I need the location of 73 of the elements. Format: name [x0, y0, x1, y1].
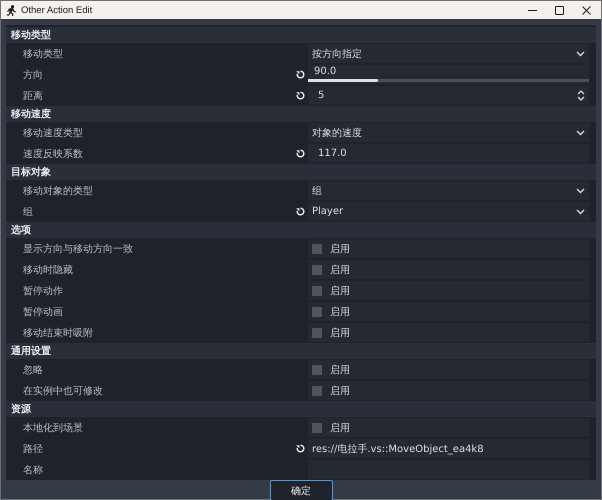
chevron-down-icon[interactable]	[576, 188, 585, 194]
window-title: Other Action Edit	[21, 4, 94, 16]
maximize-icon[interactable]	[555, 6, 564, 14]
section-header[interactable]: 选项	[6, 222, 596, 238]
running-figure-icon	[6, 4, 16, 16]
section-header[interactable]: 目标对象	[6, 164, 596, 180]
reset-icon[interactable]	[296, 444, 305, 453]
chevron-down-icon[interactable]	[576, 130, 585, 136]
checkbox-label: 启用	[330, 284, 351, 298]
checkbox-label: 启用	[330, 242, 351, 256]
property-label: 移动类型	[22, 48, 64, 62]
property-label: 移动结束时吸附	[22, 326, 94, 340]
property-label: 组	[22, 206, 34, 220]
dropdown[interactable]: 对象的速度	[308, 123, 589, 142]
property-label: 暂停动作	[22, 284, 64, 298]
checkbox[interactable]	[312, 244, 322, 254]
checkbox-label: 启用	[330, 264, 351, 276]
checkbox-label: 启用	[330, 364, 351, 376]
section-header[interactable]: 资源	[6, 401, 596, 417]
property-label: 移动对象的类型	[22, 184, 94, 198]
checkbox[interactable]	[312, 286, 322, 296]
dropdown-value: 组	[312, 184, 323, 198]
dropdown-value: 按方向指定	[312, 48, 363, 60]
reset-icon[interactable]	[296, 70, 305, 79]
chevron-down-icon[interactable]	[576, 208, 585, 214]
property-label: 距离	[22, 90, 44, 104]
property-label: 显示方向与移动方向一致	[22, 242, 134, 256]
checkbox-label: 启用	[330, 326, 351, 340]
property-label: 速度反映系数	[22, 148, 84, 162]
section-header[interactable]: 移动速度	[6, 106, 596, 122]
slider[interactable]: 90.0	[308, 65, 589, 84]
section-header[interactable]: 通用设置	[6, 343, 596, 359]
checkbox[interactable]	[312, 328, 322, 338]
property-label: 路径	[22, 442, 44, 456]
reset-icon[interactable]	[296, 149, 305, 158]
checkbox-label: 启用	[330, 384, 351, 398]
chevron-down-icon[interactable]	[576, 50, 585, 56]
slider-track[interactable]	[308, 79, 589, 82]
reset-icon[interactable]	[296, 207, 305, 216]
dropdown[interactable]: 组	[308, 181, 589, 200]
checkbox-label: 启用	[330, 306, 351, 318]
property-label: 在实例中也可修改	[22, 384, 104, 398]
checkbox[interactable]	[312, 364, 322, 374]
close-icon[interactable]	[582, 6, 591, 14]
dropdown[interactable]: Player	[308, 202, 589, 221]
property-label: 名称	[22, 464, 44, 478]
property-label: 暂停动画	[22, 306, 64, 320]
checkbox[interactable]	[312, 306, 322, 316]
spin-box[interactable]: 5	[308, 86, 589, 105]
checkbox[interactable]	[312, 422, 322, 432]
property-label: 移动时隐藏	[22, 264, 74, 278]
property-label: 移动速度类型	[22, 126, 84, 140]
spin-value: 5	[317, 90, 326, 101]
text-field[interactable]: res://电拉手.vs::MoveObject_ea4k8	[308, 439, 589, 458]
slider-value: 90.0	[313, 65, 338, 79]
field-value: res://电拉手.vs::MoveObject_ea4k8	[312, 442, 485, 456]
dropdown-value: Player	[312, 206, 344, 217]
field-value: 117.0	[317, 148, 348, 159]
text-field[interactable]	[308, 460, 589, 479]
spin-arrows-icon[interactable]	[577, 90, 585, 101]
property-label: 忽略	[22, 364, 44, 378]
checkbox[interactable]	[312, 386, 322, 396]
dropdown-value: 对象的速度	[312, 126, 363, 140]
dropdown[interactable]: 按方向指定	[308, 44, 589, 63]
confirm-button[interactable]: 确定	[270, 480, 332, 500]
checkbox-label: 启用	[330, 422, 351, 434]
checkbox[interactable]	[312, 264, 322, 274]
number-field[interactable]: 117.0	[308, 144, 589, 163]
section-header[interactable]: 移动类型	[6, 27, 596, 43]
reset-icon[interactable]	[296, 91, 305, 100]
slider-fill[interactable]	[308, 79, 378, 82]
property-label: 本地化到场景	[22, 422, 84, 436]
property-label: 方向	[22, 68, 44, 82]
